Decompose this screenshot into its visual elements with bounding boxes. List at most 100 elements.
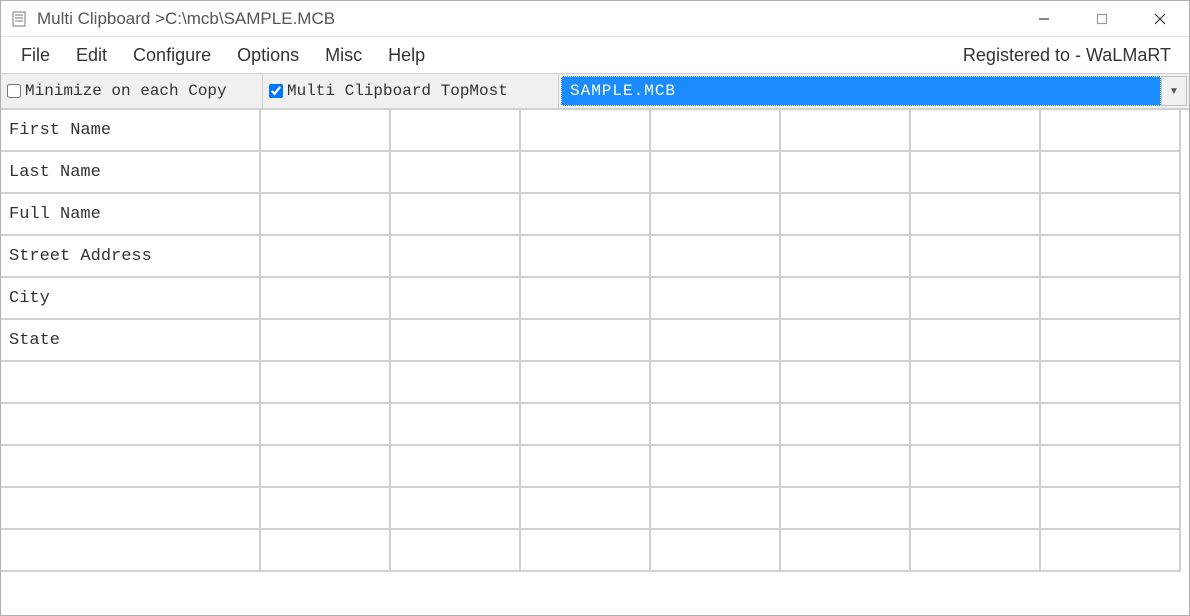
- grid-cell[interactable]: [261, 110, 391, 152]
- grid-cell[interactable]: [1041, 236, 1181, 278]
- row-label[interactable]: First Name: [1, 110, 261, 152]
- grid-cell[interactable]: [261, 194, 391, 236]
- grid-cell[interactable]: [781, 320, 911, 362]
- grid-cell[interactable]: [1041, 362, 1181, 404]
- menu-file[interactable]: File: [9, 41, 62, 70]
- grid-cell[interactable]: [521, 530, 651, 572]
- grid-cell[interactable]: [1041, 110, 1181, 152]
- row-label[interactable]: Last Name: [1, 152, 261, 194]
- grid-cell[interactable]: [781, 446, 911, 488]
- grid-cell[interactable]: [521, 362, 651, 404]
- dropdown-arrow-icon[interactable]: ▼: [1161, 76, 1187, 106]
- grid-cell[interactable]: [651, 404, 781, 446]
- grid-cell[interactable]: [391, 446, 521, 488]
- grid-cell[interactable]: [261, 446, 391, 488]
- menu-misc[interactable]: Misc: [313, 41, 374, 70]
- grid-cell[interactable]: [651, 530, 781, 572]
- grid-cell[interactable]: [391, 152, 521, 194]
- menu-edit[interactable]: Edit: [64, 41, 119, 70]
- grid-cell[interactable]: [911, 404, 1041, 446]
- grid-cell[interactable]: [651, 236, 781, 278]
- close-button[interactable]: [1131, 1, 1189, 36]
- row-label[interactable]: City: [1, 278, 261, 320]
- grid-cell[interactable]: [1041, 446, 1181, 488]
- grid-cell[interactable]: [911, 152, 1041, 194]
- minimize-on-copy-checkbox[interactable]: [7, 84, 21, 98]
- grid-cell[interactable]: [391, 362, 521, 404]
- grid-cell[interactable]: [391, 236, 521, 278]
- grid-cell[interactable]: [651, 488, 781, 530]
- grid-cell[interactable]: [911, 362, 1041, 404]
- grid-cell[interactable]: [261, 320, 391, 362]
- row-label[interactable]: [1, 404, 261, 446]
- grid-cell[interactable]: [391, 530, 521, 572]
- grid-cell[interactable]: [781, 194, 911, 236]
- grid-cell[interactable]: [521, 110, 651, 152]
- file-dropdown-value[interactable]: SAMPLE.MCB: [561, 76, 1161, 106]
- grid-cell[interactable]: [911, 530, 1041, 572]
- row-label[interactable]: [1, 530, 261, 572]
- grid-cell[interactable]: [1041, 278, 1181, 320]
- grid-cell[interactable]: [261, 530, 391, 572]
- grid-cell[interactable]: [391, 110, 521, 152]
- grid-cell[interactable]: [1041, 194, 1181, 236]
- grid-cell[interactable]: [261, 236, 391, 278]
- grid-cell[interactable]: [521, 404, 651, 446]
- grid-cell[interactable]: [1041, 152, 1181, 194]
- grid-cell[interactable]: [391, 278, 521, 320]
- grid-cell[interactable]: [521, 488, 651, 530]
- topmost-option[interactable]: Multi Clipboard TopMost: [263, 74, 559, 108]
- row-label[interactable]: [1, 362, 261, 404]
- grid-cell[interactable]: [521, 278, 651, 320]
- grid-cell[interactable]: [911, 278, 1041, 320]
- grid-cell[interactable]: [651, 194, 781, 236]
- grid-cell[interactable]: [911, 446, 1041, 488]
- grid-cell[interactable]: [651, 320, 781, 362]
- topmost-checkbox[interactable]: [269, 84, 283, 98]
- row-label[interactable]: Full Name: [1, 194, 261, 236]
- grid-cell[interactable]: [521, 152, 651, 194]
- grid-cell[interactable]: [781, 530, 911, 572]
- maximize-button[interactable]: [1073, 1, 1131, 36]
- row-label[interactable]: [1, 488, 261, 530]
- grid-cell[interactable]: [651, 278, 781, 320]
- grid-cell[interactable]: [1041, 530, 1181, 572]
- grid-cell[interactable]: [781, 278, 911, 320]
- grid-cell[interactable]: [911, 488, 1041, 530]
- grid-cell[interactable]: [521, 320, 651, 362]
- minimize-on-copy-option[interactable]: Minimize on each Copy: [1, 74, 263, 108]
- grid-cell[interactable]: [261, 278, 391, 320]
- grid-cell[interactable]: [391, 404, 521, 446]
- grid-cell[interactable]: [261, 404, 391, 446]
- grid-cell[interactable]: [261, 152, 391, 194]
- grid-cell[interactable]: [781, 488, 911, 530]
- grid-cell[interactable]: [911, 194, 1041, 236]
- menu-configure[interactable]: Configure: [121, 41, 223, 70]
- grid-cell[interactable]: [521, 194, 651, 236]
- grid-cell[interactable]: [1041, 488, 1181, 530]
- grid-cell[interactable]: [651, 446, 781, 488]
- grid-cell[interactable]: [781, 404, 911, 446]
- grid-cell[interactable]: [651, 152, 781, 194]
- grid-cell[interactable]: [781, 362, 911, 404]
- menu-options[interactable]: Options: [225, 41, 311, 70]
- grid-cell[interactable]: [261, 488, 391, 530]
- grid-cell[interactable]: [521, 236, 651, 278]
- grid-cell[interactable]: [911, 320, 1041, 362]
- grid-cell[interactable]: [1041, 320, 1181, 362]
- grid-cell[interactable]: [781, 236, 911, 278]
- row-label[interactable]: State: [1, 320, 261, 362]
- grid-cell[interactable]: [391, 320, 521, 362]
- grid-cell[interactable]: [781, 110, 911, 152]
- grid-cell[interactable]: [781, 152, 911, 194]
- minimize-button[interactable]: [1015, 1, 1073, 36]
- grid-cell[interactable]: [911, 236, 1041, 278]
- menu-help[interactable]: Help: [376, 41, 437, 70]
- grid-cell[interactable]: [391, 488, 521, 530]
- file-dropdown[interactable]: SAMPLE.MCB ▼: [559, 74, 1189, 108]
- grid-cell[interactable]: [1041, 404, 1181, 446]
- grid-cell[interactable]: [391, 194, 521, 236]
- grid-cell[interactable]: [261, 362, 391, 404]
- row-label[interactable]: [1, 446, 261, 488]
- grid-cell[interactable]: [521, 446, 651, 488]
